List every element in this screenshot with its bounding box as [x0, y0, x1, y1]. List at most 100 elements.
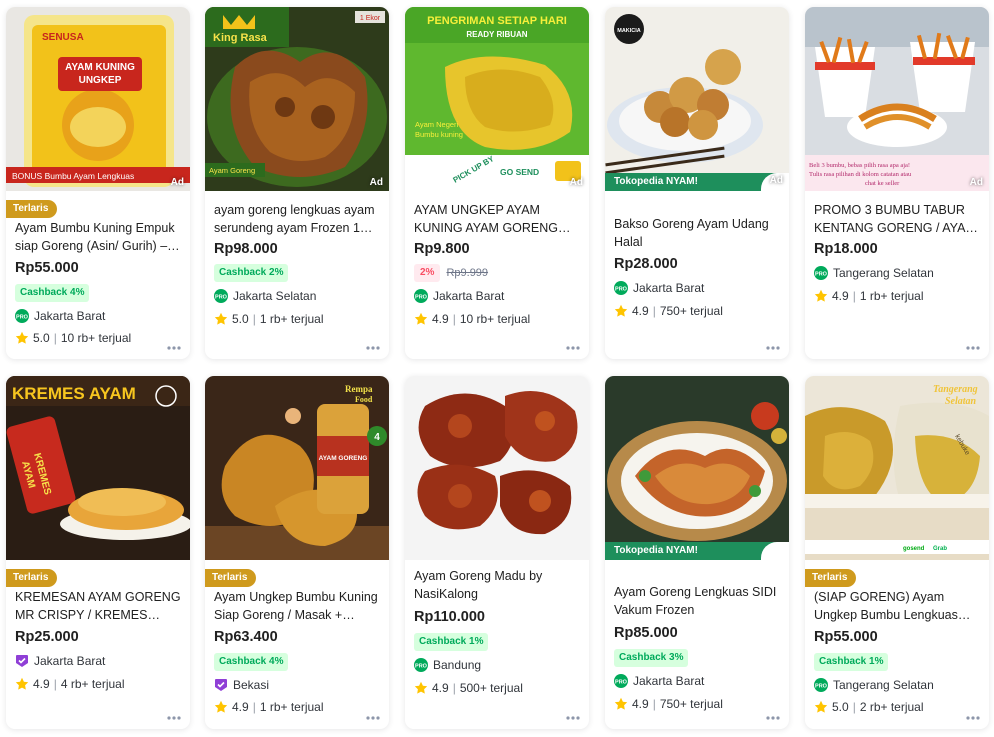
pro-badge-icon: PRO: [614, 281, 628, 295]
more-options-icon[interactable]: [366, 346, 380, 350]
brand-text: SENUSA: [42, 32, 84, 43]
product-title[interactable]: Ayam Ungkep Bumbu Kuning Siap Goreng / M…: [214, 588, 382, 624]
more-options-icon[interactable]: [566, 346, 580, 350]
image-label: Beli 3 bumbu, bebas pilih rasa apa aja!: [809, 162, 910, 169]
ad-label: Ad: [969, 177, 983, 188]
shop-location: PRO Jakarta Barat: [414, 287, 504, 305]
location-text: Tangerang Selatan: [833, 678, 934, 692]
product-title[interactable]: KREMESAN AYAM GORENG MR CRISPY / KREMES …: [15, 588, 183, 624]
shop-location: PRO Jakarta Barat: [614, 672, 704, 690]
star-icon: [814, 289, 828, 302]
location-text: Bekasi: [233, 678, 270, 692]
shop-location: PRO Tangerang Selatan: [814, 676, 934, 694]
cashback-badge: Cashback 4%: [214, 653, 289, 671]
product-title[interactable]: Ayam Goreng Madu by NasiKalong: [414, 567, 582, 603]
product-card[interactable]: Beli 3 bumbu, bebas pilih rasa apa aja! …: [805, 7, 989, 359]
product-title[interactable]: ayam goreng lengkuas ayam serundeng ayam…: [214, 201, 382, 237]
shop-location: PRO Tangerang Selatan: [814, 264, 934, 282]
ad-label: Ad: [369, 177, 383, 188]
image-label: AYAM GORENG: [319, 455, 368, 462]
sold-count: 10 rb+ terjual: [60, 331, 132, 345]
product-price: Rp25.000: [15, 629, 79, 645]
product-price: Rp18.000: [814, 241, 878, 257]
rating-row: 4.9 | 750+ terjual: [614, 695, 723, 713]
product-price: Rp28.000: [614, 256, 678, 272]
product-title[interactable]: (SIAP GORENG) Ayam Ungkep Bumbu Lengkuas…: [814, 588, 982, 624]
svg-text:PRO: PRO: [615, 680, 628, 686]
rating-value: 5.0: [232, 312, 249, 326]
cashback-badge: Cashback 1%: [814, 653, 889, 671]
product-image[interactable]: KREMES AYAM KREMES AYAM: [6, 376, 190, 560]
rating-value: 4.9: [632, 304, 649, 318]
original-price: Rp9.999: [446, 267, 489, 279]
product-image[interactable]: Beli 3 bumbu, bebas pilih rasa apa aja! …: [805, 7, 989, 191]
product-card[interactable]: PENGRIMAN SETIAP HARI READY RIBUAN Ayam …: [405, 7, 589, 359]
star-icon: [15, 677, 29, 690]
product-card[interactable]: KREMES AYAM KREMES AYAM Terlaris KREMESA…: [6, 376, 190, 729]
svg-text:PRO: PRO: [815, 684, 828, 690]
more-options-icon[interactable]: [167, 716, 181, 720]
sold-count: 1 rb+ terjual: [259, 700, 324, 714]
rating-value: 4.9: [832, 289, 849, 303]
rating-value: 4.9: [232, 700, 249, 714]
product-image[interactable]: PENGRIMAN SETIAP HARI READY RIBUAN Ayam …: [405, 7, 589, 191]
product-image[interactable]: 1 Ekor King Rasa Ayam Goreng Ad: [205, 7, 389, 191]
product-image[interactable]: SENUSA AYAM KUNING UNGKEP BONUS Bumbu Ay…: [6, 7, 190, 191]
more-options-icon[interactable]: [766, 346, 780, 350]
product-price: Rp9.800: [414, 241, 470, 257]
more-options-icon[interactable]: [366, 716, 380, 720]
more-options-icon[interactable]: [966, 346, 980, 350]
discount-badge: 2%: [414, 264, 441, 282]
shop-location: Jakarta Barat: [15, 652, 105, 670]
product-image[interactable]: MAKICIA Tokopedia NYAM! Ad: [605, 7, 789, 191]
image-label: READY RIBUAN: [466, 30, 527, 39]
rating-row: 4.9 | 10 rb+ terjual: [414, 310, 530, 328]
product-card[interactable]: 1 Ekor King Rasa Ayam Goreng Ad ayam gor…: [205, 7, 389, 359]
product-card[interactable]: Tokopedia NYAM! Ayam Goreng Lengkuas SID…: [605, 376, 789, 729]
product-image[interactable]: [405, 376, 589, 560]
more-options-icon[interactable]: [167, 346, 181, 350]
location-text: Jakarta Barat: [34, 309, 106, 323]
image-label: PENGRIMAN SETIAP HARI: [427, 15, 567, 27]
more-options-icon[interactable]: [766, 716, 780, 720]
star-icon: [414, 681, 428, 694]
shop-location: PRO Jakarta Barat: [15, 307, 105, 325]
star-icon: [214, 700, 228, 713]
more-options-icon[interactable]: [966, 716, 980, 720]
more-options-icon[interactable]: [566, 716, 580, 720]
rating-row: 4.9 | 4 rb+ terjual: [15, 675, 125, 693]
star-icon: [814, 700, 828, 713]
svg-text:PRO: PRO: [815, 272, 828, 278]
rating-value: 4.9: [33, 677, 50, 691]
product-image[interactable]: AYAM GORENG Rempa Food 4: [205, 376, 389, 560]
product-card[interactable]: SENUSA AYAM KUNING UNGKEP BONUS Bumbu Ay…: [6, 7, 190, 359]
product-title[interactable]: Bakso Goreng Ayam Udang Halal: [614, 215, 782, 251]
location-text: Jakarta Barat: [633, 674, 705, 688]
cashback-badge: Cashback 3%: [614, 649, 689, 667]
pro-badge-icon: PRO: [214, 289, 228, 303]
star-icon: [614, 304, 628, 317]
product-price: Rp85.000: [614, 625, 678, 641]
product-title[interactable]: AYAM UNGKEP AYAM KUNING AYAM GORENG BUMB…: [414, 201, 582, 237]
product-title[interactable]: Ayam Goreng Lengkuas SIDI Vakum Frozen: [614, 583, 782, 619]
product-price: Rp110.000: [414, 609, 485, 625]
product-image[interactable]: Tangerang Selatan kebuke gosend Grab: [805, 376, 989, 560]
pro-badge-icon: PRO: [614, 674, 628, 688]
product-card[interactable]: MAKICIA Tokopedia NYAM! Ad Bakso Goreng …: [605, 7, 789, 359]
image-label: KREMES AYAM: [12, 384, 136, 403]
ad-label: Ad: [769, 175, 783, 186]
product-image[interactable]: Tokopedia NYAM!: [605, 376, 789, 560]
svg-text:PRO: PRO: [215, 295, 228, 301]
discount-row: 2% Rp9.999: [414, 264, 488, 282]
brand-text: Rempa: [345, 384, 373, 394]
product-title[interactable]: PROMO 3 BUMBU TABUR KENTANG GORENG / AYA…: [814, 201, 982, 237]
image-label: Tulis rasa pilihan di kolom catatan atau: [809, 171, 912, 178]
shop-location: Bekasi: [214, 676, 269, 694]
product-card[interactable]: AYAM GORENG Rempa Food 4 Terlaris Ayam U…: [205, 376, 389, 729]
rating-row: 4.9 | 1 rb+ terjual: [814, 287, 924, 305]
product-card[interactable]: Ayam Goreng Madu by NasiKalong Rp110.000…: [405, 376, 589, 729]
product-title[interactable]: Ayam Bumbu Kuning Empuk siap Goreng (Asi…: [15, 219, 183, 255]
rating-value: 5.0: [33, 331, 50, 345]
nyam-label: Tokopedia NYAM!: [614, 176, 698, 187]
product-card[interactable]: Tangerang Selatan kebuke gosend Grab Ter…: [805, 376, 989, 729]
